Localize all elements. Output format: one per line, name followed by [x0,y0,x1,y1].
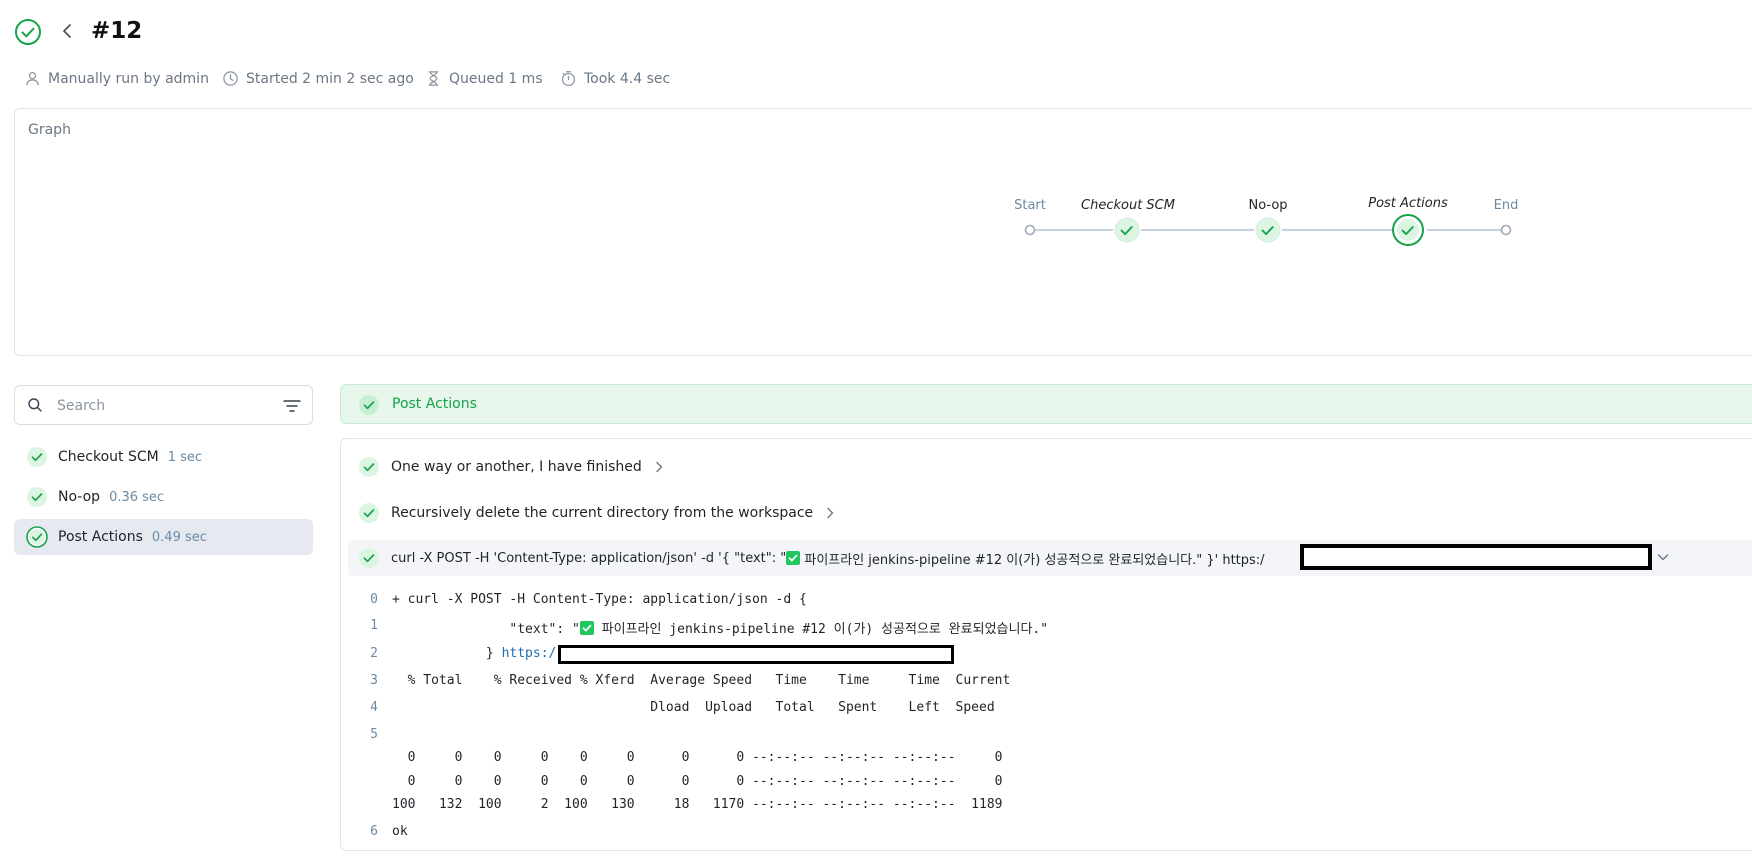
log-line: 100 132 100 2 100 130 18 1170 --:--:-- -… [392,797,1003,812]
stage-duration: 1 sec [167,449,203,465]
success-check-icon [27,447,47,467]
step-delete-dir[interactable]: Recursively delete the current directory… [358,500,837,526]
success-check-icon [27,487,47,507]
search-icon [28,398,42,412]
stage-item-checkout-scm[interactable]: Checkout SCM 1 sec [14,439,313,475]
step-label-part2: 파이프라인 jenkins-pipeline #12 이(가) 성공적으로 완료… [800,552,1265,568]
node-label-noop: No-op [1248,198,1287,213]
line-number: 3 [370,673,378,688]
node-end[interactable] [1500,224,1512,236]
search-input[interactable] [55,394,279,418]
log-line: 0 0 0 0 0 0 0 0 --:--:-- --:--:-- --:--:… [392,774,1003,789]
step-curl[interactable]: curl -X POST -H 'Content-Type: applicati… [358,545,1265,571]
log-text: 파이프라인 jenkins-pipeline #12 이(가) 성공적으로 완료… [593,622,1049,637]
log-line: } https:/ [392,646,556,661]
check-mark-emoji-icon [786,551,801,565]
node-no-op[interactable] [1255,217,1281,243]
stage-name: Post Actions [58,529,143,545]
node-post-actions[interactable] [1392,214,1424,246]
log-line: 0 0 0 0 0 0 0 0 --:--:-- --:--:-- --:--:… [392,750,1003,765]
success-check-icon [359,503,379,523]
stage-duration: 0.36 sec [109,489,165,505]
stage-item-no-op[interactable]: No-op 0.36 sec [14,479,313,515]
line-number: 1 [370,618,378,633]
success-check-icon [359,395,379,415]
line-number: 4 [370,700,378,715]
filter-icon[interactable] [283,398,301,414]
log-line: Dload Upload Total Spent Left Speed [392,700,995,715]
log-line: % Total % Received % Xferd Average Speed… [392,673,1011,688]
line-number: 0 [370,592,378,607]
stage-item-post-actions[interactable]: Post Actions 0.49 sec [14,519,313,555]
stage-search-box [14,385,313,425]
redacted-url [1300,544,1652,570]
stage-name: No-op [58,489,101,505]
node-label-start: Start [1014,198,1046,213]
stage-name: Checkout SCM [58,449,159,465]
log-line: + curl -X POST -H Content-Type: applicat… [392,592,807,607]
node-checkout-scm[interactable] [1114,217,1140,243]
node-label-post: Post Actions [1368,196,1448,211]
node-label-end: End [1494,198,1519,213]
log-text: "text": " [392,622,580,637]
success-check-icon [26,526,48,548]
check-mark-emoji-icon [579,621,594,635]
success-check-icon [359,548,379,568]
log-link[interactable]: https:/ [502,646,557,661]
chevron-down-icon[interactable] [1656,550,1670,564]
redacted-url [558,645,954,664]
pipeline-graph: Start Checkout SCM No-op Post Actions En… [1014,196,1519,246]
step-label: One way or another, I have finished [391,459,642,475]
node-start[interactable] [1024,224,1036,236]
selected-stage-label: Post Actions [392,396,477,412]
step-label: Recursively delete the current directory… [391,505,814,521]
log-text: } [392,646,502,661]
log-line: ok [392,824,408,839]
step-label-part1: curl -X POST -H 'Content-Type: applicati… [391,550,787,566]
success-check-icon [359,457,379,477]
line-number: 2 [370,646,378,661]
line-number: 6 [370,824,378,839]
chevron-right-icon [656,461,662,473]
node-label-checkout: Checkout SCM [1081,198,1175,213]
line-number: 5 [370,727,378,742]
stage-duration: 0.49 sec [151,529,207,545]
selected-stage-header: Post Actions [340,384,1752,424]
step-finished[interactable]: One way or another, I have finished [358,454,666,480]
log-line: "text": " 파이프라인 jenkins-pipeline #12 이(가… [392,618,1048,637]
chevron-right-icon [827,507,834,519]
